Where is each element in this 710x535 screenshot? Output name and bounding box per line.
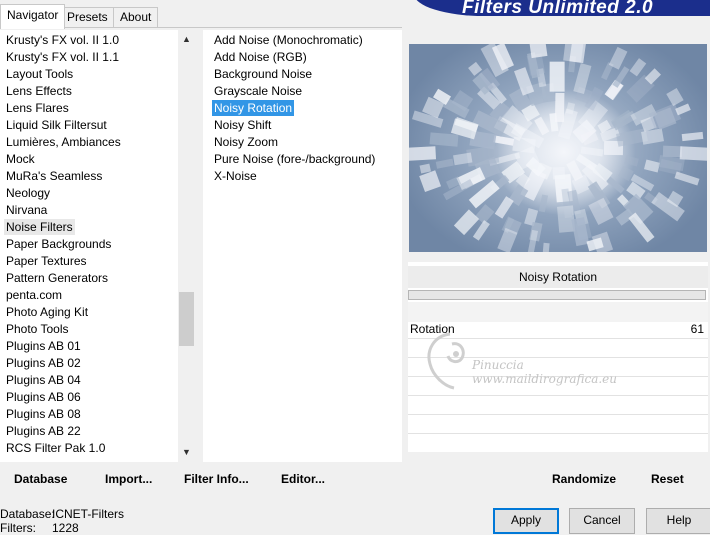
category-item[interactable]: Lumières, Ambiances bbox=[4, 134, 123, 150]
filter-info-button[interactable]: Filter Info... bbox=[184, 472, 249, 486]
divider bbox=[408, 395, 708, 396]
category-item[interactable]: Photo Aging Kit bbox=[4, 304, 90, 320]
noise-patch bbox=[538, 194, 548, 212]
filter-item[interactable]: Background Noise bbox=[212, 66, 314, 82]
tab-presets[interactable]: Presets bbox=[60, 7, 115, 28]
category-item[interactable]: Plugins AB 08 bbox=[4, 406, 83, 422]
tab-bar: Navigator Presets About bbox=[0, 4, 410, 29]
noise-patch bbox=[419, 171, 441, 193]
database-button[interactable]: Database bbox=[14, 472, 67, 486]
filters-count-label: Filters: bbox=[0, 521, 36, 535]
category-item[interactable]: Plugins AB 04 bbox=[4, 372, 83, 388]
cancel-button[interactable]: Cancel bbox=[569, 508, 635, 534]
category-list[interactable]: Krusty's FX vol. II 1.0 Krusty's FX vol. … bbox=[0, 30, 195, 462]
filter-item[interactable]: Pure Noise (fore-/background) bbox=[212, 151, 377, 167]
noise-patch bbox=[641, 127, 665, 145]
category-item[interactable]: Paper Backgrounds bbox=[4, 236, 113, 252]
noise-patch bbox=[666, 88, 685, 107]
category-item[interactable]: Noise Filters bbox=[4, 219, 75, 235]
filter-item[interactable]: Add Noise (Monochromatic) bbox=[212, 32, 365, 48]
rotation-value[interactable]: 61 bbox=[691, 322, 704, 336]
database-value: ICNET-Filters bbox=[52, 507, 124, 521]
category-item[interactable]: Liquid Silk Filtersut bbox=[4, 117, 109, 133]
noise-patch bbox=[624, 155, 640, 167]
watermark-emblem-icon bbox=[427, 332, 465, 390]
category-item[interactable]: Mock bbox=[4, 151, 37, 167]
category-item[interactable]: Krusty's FX vol. II 1.1 bbox=[4, 49, 121, 65]
filter-item[interactable]: Noisy Zoom bbox=[212, 134, 280, 150]
category-scrollbar[interactable]: ▲ ▼ bbox=[178, 30, 195, 462]
filter-item[interactable]: Grayscale Noise bbox=[212, 83, 304, 99]
parameter-header-strip bbox=[408, 302, 708, 322]
category-item[interactable]: Paper Textures bbox=[4, 253, 89, 269]
category-item[interactable]: Lens Flares bbox=[4, 100, 71, 116]
editor-button[interactable]: Editor... bbox=[281, 472, 325, 486]
divider bbox=[408, 433, 708, 434]
watermark-logo: Pinuccia www.maildirografica.eu bbox=[420, 330, 640, 392]
noise-patch bbox=[429, 133, 458, 147]
scroll-down-icon[interactable]: ▼ bbox=[178, 444, 195, 461]
app-banner: Filters Unlimited 2.0 bbox=[414, 0, 710, 16]
noise-patch bbox=[674, 171, 700, 186]
filter-list[interactable]: Add Noise (Monochromatic) Add Noise (RGB)… bbox=[203, 30, 402, 462]
tab-about[interactable]: About bbox=[113, 7, 159, 28]
bottom-toolbar: Database Import... Filter Info... Editor… bbox=[0, 464, 402, 492]
filter-item[interactable]: Add Noise (RGB) bbox=[212, 49, 309, 65]
apply-button[interactable]: Apply bbox=[493, 508, 559, 534]
watermark-name: Pinuccia bbox=[472, 358, 524, 372]
noise-patch bbox=[529, 44, 548, 59]
help-button[interactable]: Help bbox=[646, 508, 710, 534]
noise-patch bbox=[681, 132, 704, 142]
filters-count-value: 1228 bbox=[52, 521, 79, 535]
filter-item[interactable]: Noisy Rotation bbox=[212, 100, 295, 116]
filter-name-label: Noisy Rotation bbox=[408, 266, 708, 288]
noise-patch bbox=[679, 145, 707, 161]
category-item[interactable]: MuRa's Seamless bbox=[4, 168, 104, 184]
category-item[interactable]: Photo Tools bbox=[4, 321, 71, 337]
watermark-url: www.maildirografica.eu bbox=[472, 372, 617, 386]
noise-patch bbox=[606, 176, 625, 194]
preview-image bbox=[409, 44, 707, 252]
category-item[interactable]: Nirvana bbox=[4, 202, 49, 218]
category-item[interactable]: Pattern Generators bbox=[4, 270, 110, 286]
noise-patch bbox=[675, 103, 691, 116]
category-item[interactable]: Plugins AB 06 bbox=[4, 389, 83, 405]
category-item[interactable]: RCS Filter Pak 1.0 bbox=[4, 440, 107, 456]
randomize-button[interactable]: Randomize bbox=[552, 472, 616, 486]
tab-navigator[interactable]: Navigator bbox=[0, 4, 66, 29]
divider bbox=[408, 414, 708, 415]
noise-patch bbox=[472, 220, 491, 242]
noise-patch bbox=[497, 228, 518, 252]
app-title: Filters Unlimited 2.0 bbox=[462, 0, 654, 16]
noise-patch bbox=[554, 92, 564, 122]
category-item[interactable]: penta.com bbox=[4, 287, 64, 303]
category-item[interactable]: Neology bbox=[4, 185, 52, 201]
noise-patch bbox=[533, 116, 549, 136]
noise-patch bbox=[495, 196, 515, 219]
scroll-thumb[interactable] bbox=[179, 292, 194, 346]
noise-patch bbox=[493, 135, 514, 147]
scroll-up-icon[interactable]: ▲ bbox=[178, 31, 195, 48]
import-button[interactable]: Import... bbox=[105, 472, 152, 486]
noise-patch bbox=[409, 146, 437, 161]
noise-patch bbox=[435, 158, 455, 170]
category-item[interactable]: Lens Effects bbox=[4, 83, 74, 99]
filter-item[interactable]: X-Noise bbox=[212, 168, 259, 184]
reset-button[interactable]: Reset bbox=[651, 472, 684, 486]
noise-patch bbox=[549, 61, 565, 92]
progress-bar bbox=[408, 290, 706, 300]
noise-patch bbox=[542, 242, 550, 252]
category-item[interactable]: Plugins AB 01 bbox=[4, 338, 83, 354]
filter-item[interactable]: Noisy Shift bbox=[212, 117, 273, 133]
category-item[interactable]: Plugins AB 22 bbox=[4, 423, 83, 439]
database-label: Database: bbox=[0, 507, 55, 521]
category-item[interactable]: Plugins AB 02 bbox=[4, 355, 83, 371]
category-item[interactable]: Layout Tools bbox=[4, 66, 75, 82]
noise-patch bbox=[580, 146, 604, 157]
category-item[interactable]: Krusty's FX vol. II 1.0 bbox=[4, 32, 121, 48]
